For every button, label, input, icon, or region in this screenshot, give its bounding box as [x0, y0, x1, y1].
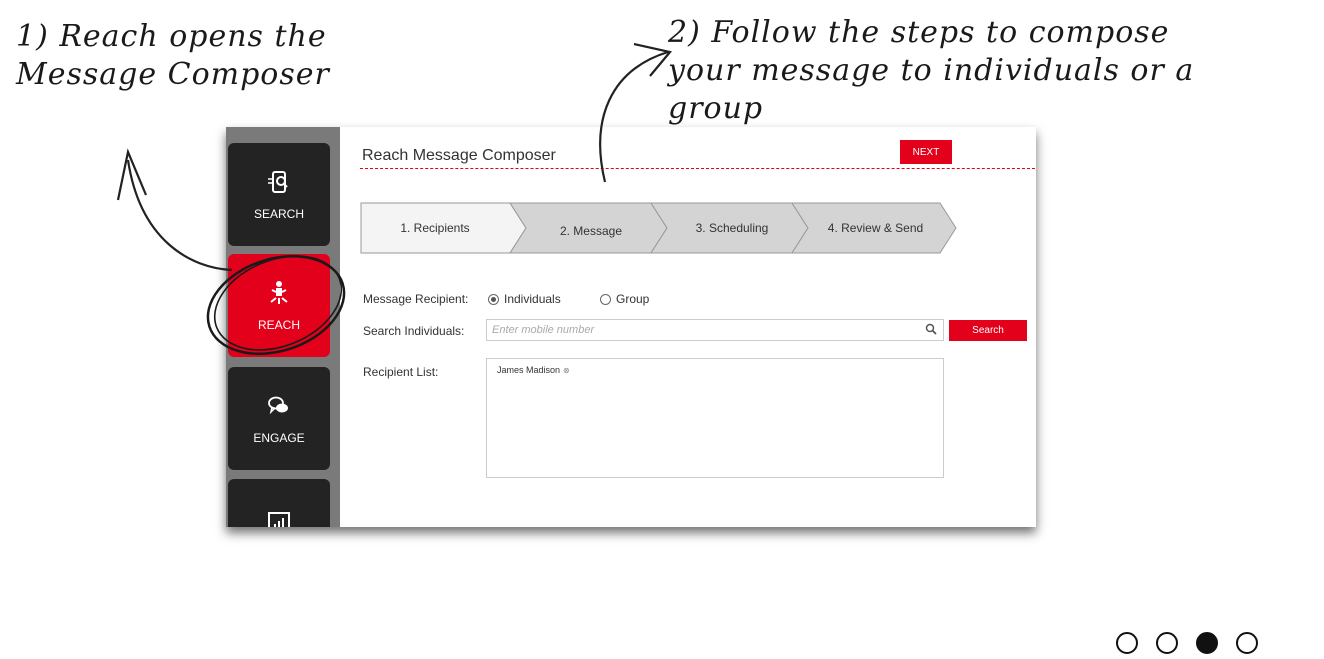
next-button[interactable]: NEXT	[900, 140, 952, 164]
radio-unselected-icon	[600, 293, 611, 305]
sidebar-item-reach[interactable]: REACH	[228, 254, 330, 357]
pagination-dots	[1116, 632, 1258, 654]
tab-scheduling[interactable]: 3. Scheduling	[667, 202, 797, 254]
sidebar: SEARCH REACH ENGAGE	[226, 127, 340, 527]
sidebar-item-label: SEARCH	[253, 206, 304, 221]
search-input[interactable]	[486, 319, 944, 341]
radio-selected-icon	[488, 293, 499, 305]
message-recipient-label: Message Recipient:	[363, 292, 469, 306]
sidebar-item-analytics[interactable]	[228, 479, 330, 527]
chat-bubbles-icon	[266, 393, 292, 423]
page-dot[interactable]	[1116, 632, 1138, 654]
search-icon	[925, 323, 937, 335]
step-wizard: 1. Recipients 2. Message 3. Scheduling 4…	[360, 202, 960, 254]
app-screenshot: SEARCH REACH ENGAGE Reach Message Compos…	[226, 127, 1036, 527]
annotation-steps: 2) Follow the steps to compose your mess…	[668, 15, 1195, 126]
reach-person-icon	[266, 280, 292, 310]
radio-group[interactable]: Group	[600, 292, 649, 306]
title-divider	[360, 168, 1036, 169]
annotation-reach: 1) Reach opens the Message Composer	[16, 19, 330, 92]
sidebar-item-label: REACH	[257, 317, 300, 332]
sidebar-item-label: ENGAGE	[253, 430, 305, 445]
sidebar-item-search[interactable]: SEARCH	[228, 143, 330, 246]
recipient-chip: James Madison ⊗	[497, 365, 570, 375]
tab-review-send[interactable]: 4. Review & Send	[808, 202, 943, 254]
tab-recipients[interactable]: 1. Recipients	[360, 202, 510, 254]
search-individuals-label: Search Individuals:	[363, 324, 465, 338]
sidebar-item-engage[interactable]: ENGAGE	[228, 367, 330, 470]
page-dot-active[interactable]	[1196, 632, 1218, 654]
bar-chart-icon	[267, 511, 291, 527]
page-title: Reach Message Composer	[362, 147, 556, 164]
radio-individuals[interactable]: Individuals	[488, 292, 561, 306]
recipient-list: James Madison ⊗	[486, 358, 944, 478]
remove-icon[interactable]: ⊗	[563, 366, 570, 375]
search-button[interactable]: Search	[949, 320, 1027, 341]
recipient-list-label: Recipient List:	[363, 365, 439, 379]
message-composer: Reach Message Composer NEXT 1. Recipient…	[340, 127, 1036, 527]
search-phone-icon	[266, 169, 292, 199]
page-dot[interactable]	[1236, 632, 1258, 654]
tab-message[interactable]: 2. Message	[526, 202, 656, 257]
page-dot[interactable]	[1156, 632, 1178, 654]
